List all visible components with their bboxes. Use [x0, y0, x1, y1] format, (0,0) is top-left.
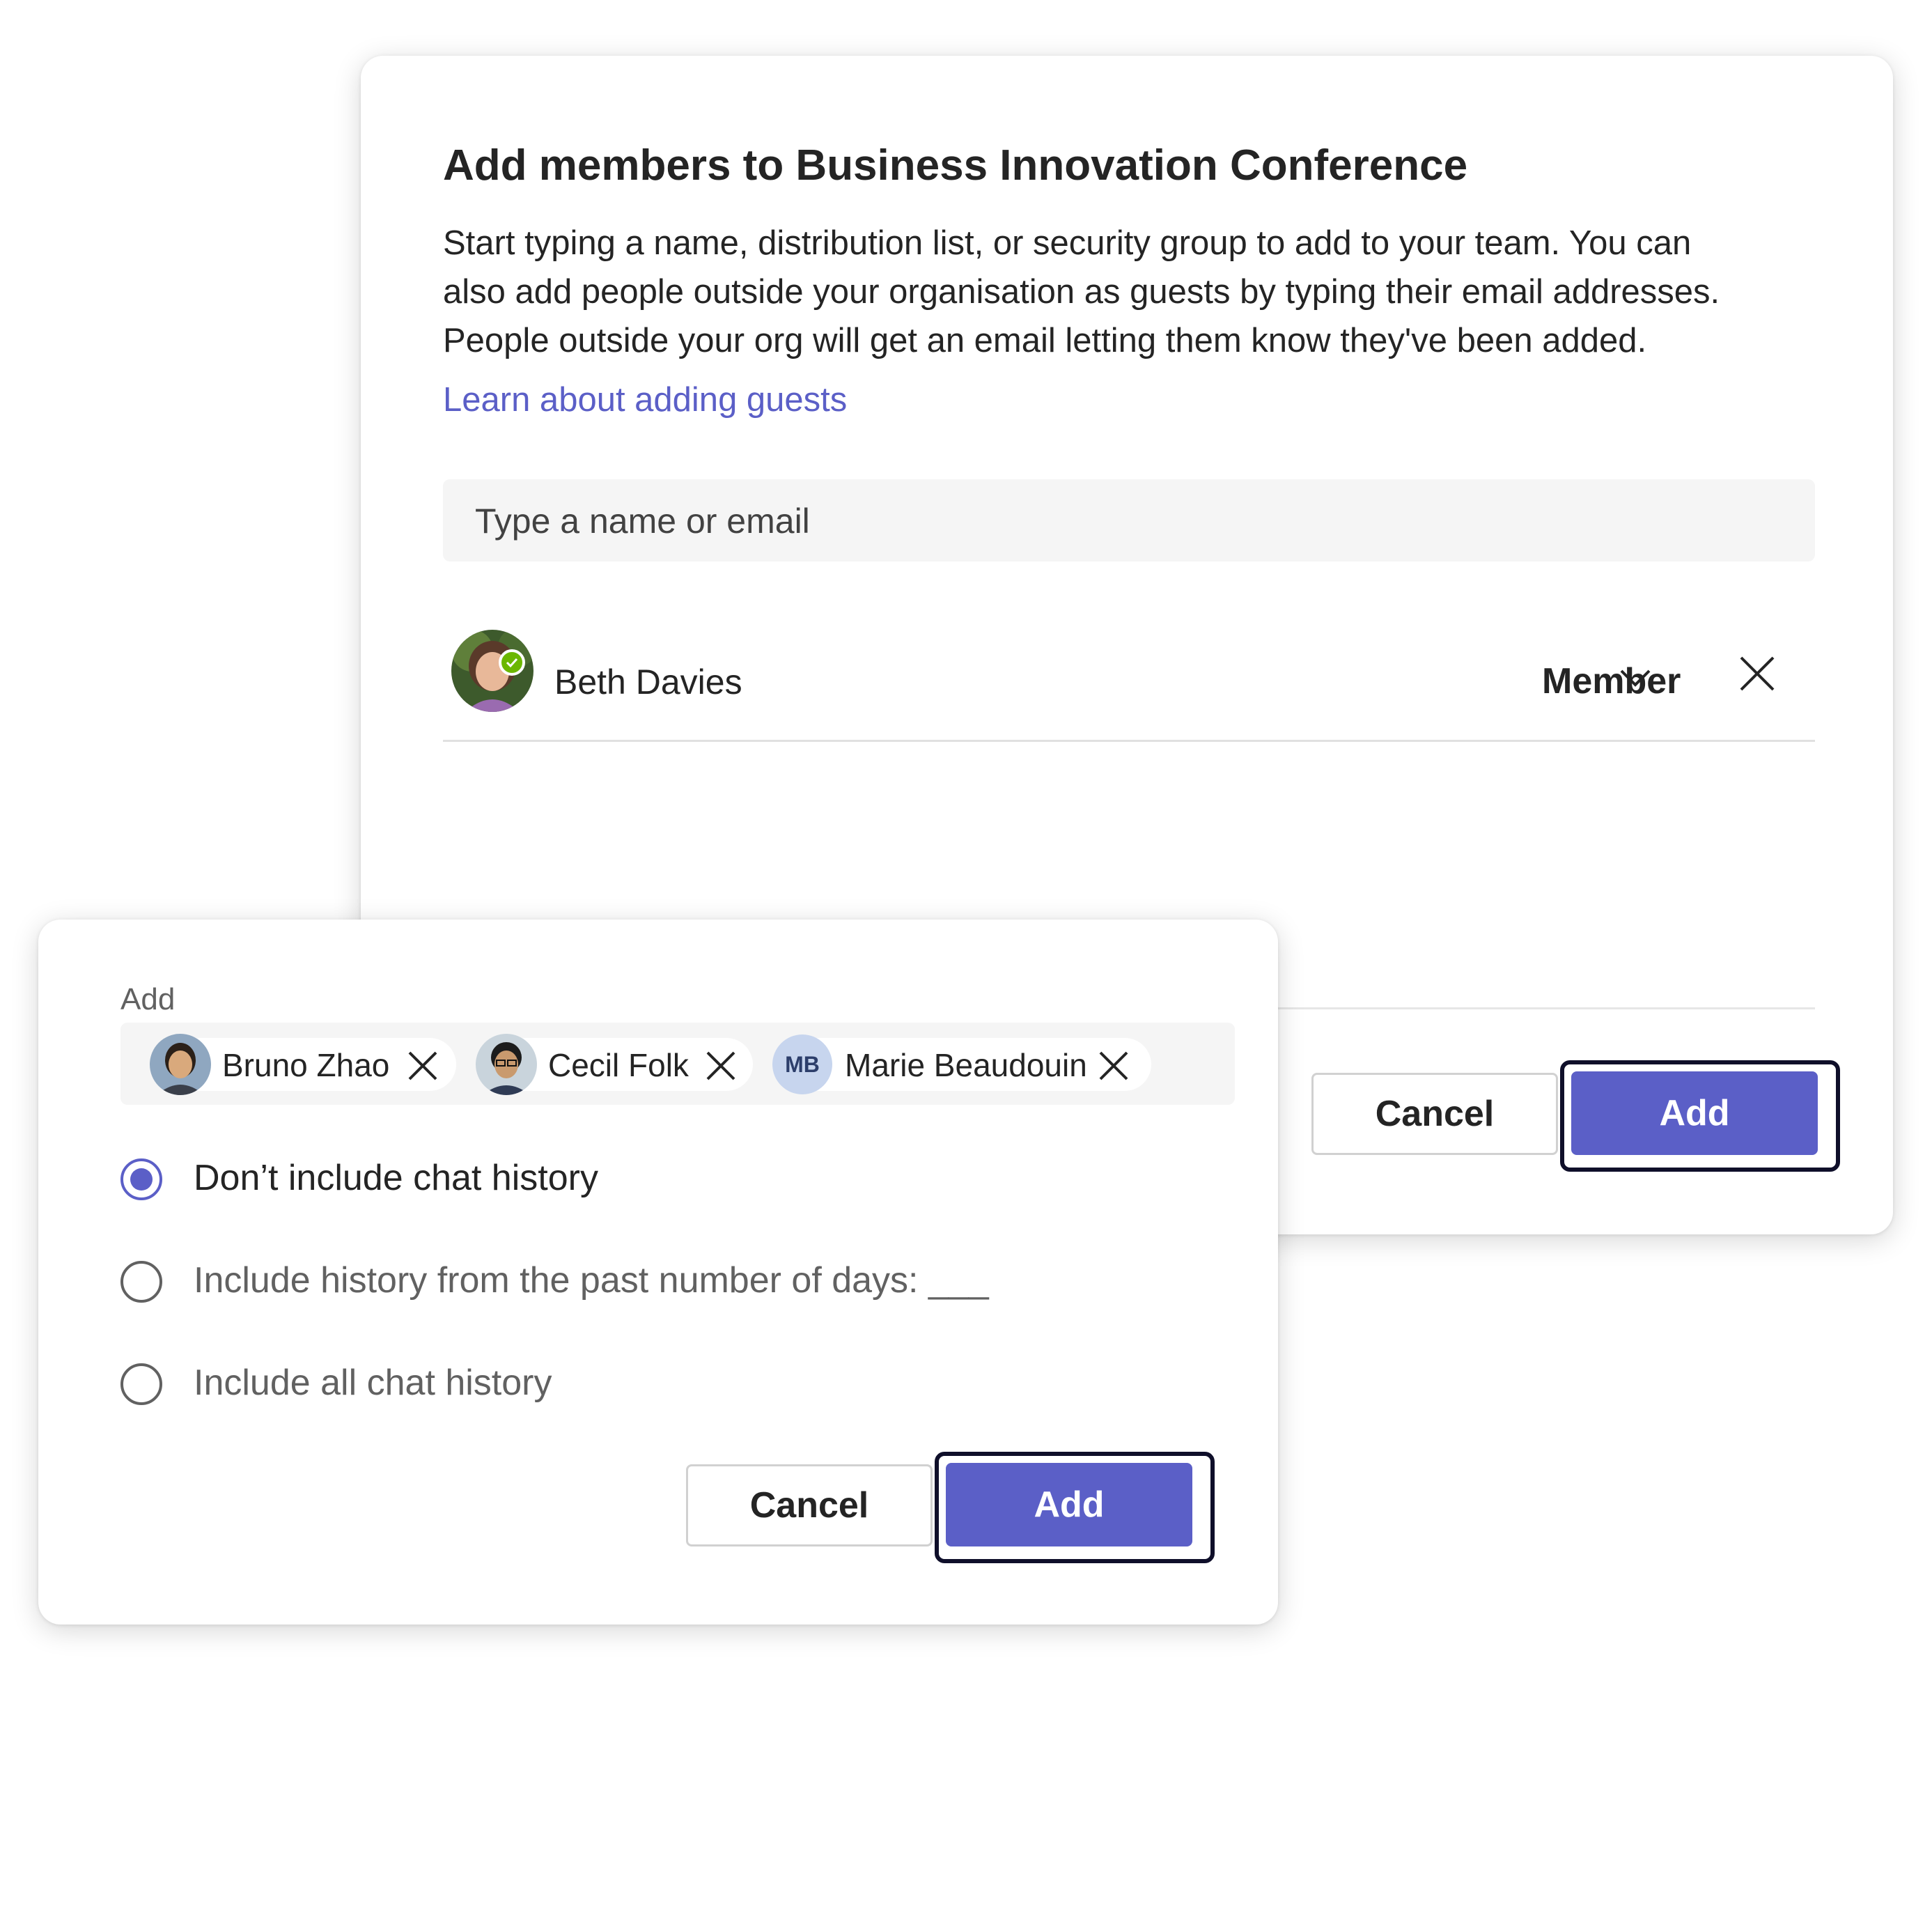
- chip-name: Bruno Zhao: [222, 1047, 390, 1083]
- radio-label: Include history from the past number of …: [194, 1260, 989, 1301]
- radio-days-history[interactable]: Include history from the past number of …: [120, 1254, 1096, 1310]
- radio-button-checked[interactable]: [120, 1158, 162, 1200]
- role-dropdown[interactable]: Member: [1542, 660, 1681, 702]
- member-row: Beth Davies Member: [443, 585, 1815, 742]
- people-picker[interactable]: Bruno Zhao Cecil Folk MB Marie Beaudouin: [120, 1023, 1235, 1105]
- member-name: Beth Davies: [554, 662, 742, 701]
- add-history-dialog: Add Bruno Zhao Cecil Folk MB Marie Beaud…: [38, 920, 1278, 1625]
- avatar-initials: MB: [772, 1034, 832, 1094]
- presence-available-icon: [499, 649, 525, 676]
- chip-name: Cecil Folk: [548, 1047, 689, 1083]
- close-icon[interactable]: [706, 1050, 736, 1085]
- description-line: Start typing a name, distribution list, …: [443, 224, 1692, 262]
- learn-about-guests-link[interactable]: Learn about adding guests: [443, 380, 847, 419]
- radio-label: Include all chat history: [194, 1363, 552, 1403]
- add-button[interactable]: Add: [946, 1463, 1192, 1546]
- cancel-button[interactable]: Cancel: [686, 1464, 933, 1546]
- description-line: also add people outside your organisatio…: [443, 273, 1720, 311]
- cancel-button[interactable]: Cancel: [1311, 1073, 1558, 1155]
- add-label: Add: [120, 982, 176, 1016]
- chevron-down-icon[interactable]: [1619, 667, 1652, 692]
- add-button[interactable]: Add: [1571, 1071, 1818, 1155]
- close-icon[interactable]: [1098, 1050, 1129, 1085]
- avatar: [150, 1034, 211, 1095]
- description-line: People outside your org will get an emai…: [443, 322, 1647, 359]
- radio-all-history[interactable]: Include all chat history: [120, 1356, 747, 1412]
- search-input[interactable]: [474, 479, 1786, 563]
- dialog-title: Add members to Business Innovation Confe…: [443, 141, 1468, 189]
- person-chip: MB Marie Beaudouin: [772, 1034, 1151, 1094]
- avatar: [476, 1034, 537, 1095]
- search-field[interactable]: [443, 479, 1815, 563]
- radio-label: Don’t include chat history: [194, 1158, 598, 1198]
- chip-name: Marie Beaudouin: [845, 1047, 1087, 1083]
- dialog-description: Start typing a name, distribution list, …: [443, 219, 1836, 365]
- radio-button[interactable]: [120, 1261, 162, 1303]
- radio-button[interactable]: [120, 1363, 162, 1405]
- close-icon[interactable]: [407, 1050, 438, 1085]
- close-icon[interactable]: [1738, 655, 1776, 696]
- person-chip: Bruno Zhao: [150, 1034, 456, 1095]
- person-chip: Cecil Folk: [476, 1034, 753, 1095]
- radio-no-history[interactable]: Don’t include chat history: [120, 1152, 747, 1207]
